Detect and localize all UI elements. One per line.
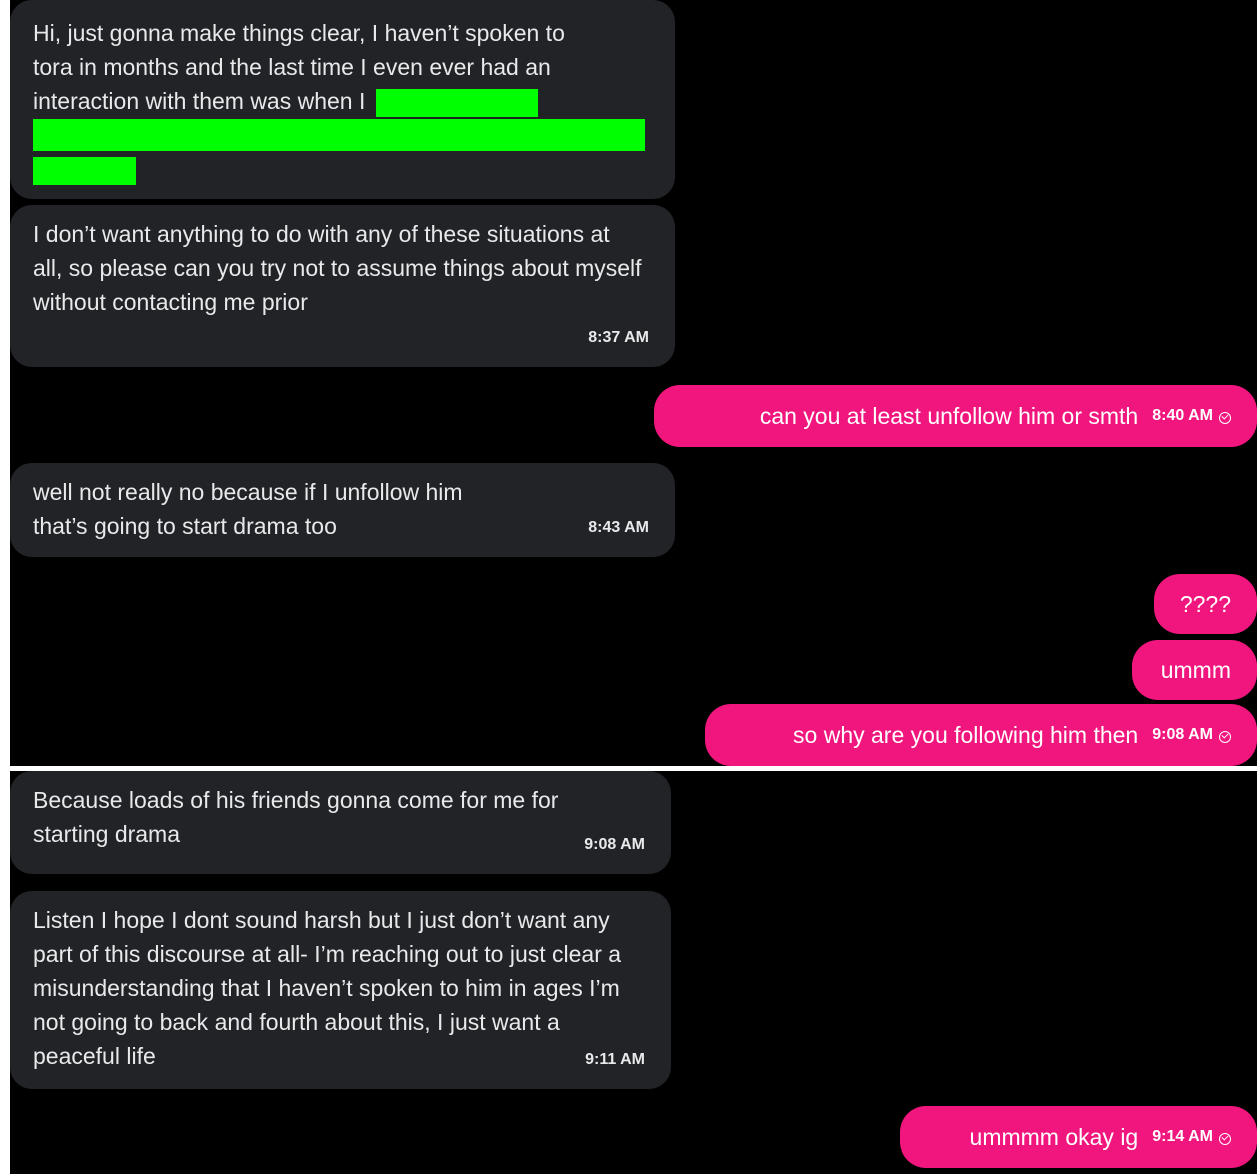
message-text-line-3: interaction with them was when I xyxy=(33,84,649,118)
conversation-panel-top: Hi, just gonna make things clear, I have… xyxy=(10,0,1257,766)
message-text: can you at least unfollow him or smth xyxy=(759,403,1139,429)
incoming-message-1[interactable]: Hi, just gonna make things clear, I have… xyxy=(10,0,675,199)
message-text: ummmm okay ig xyxy=(969,1124,1139,1150)
message-time: 8:37 AM xyxy=(588,329,649,346)
check-circle-icon xyxy=(1219,412,1231,424)
redaction-block xyxy=(33,157,136,185)
message-text: so why are you following him then xyxy=(793,722,1139,748)
outgoing-message-4[interactable]: so why are you following him then 9:08 A… xyxy=(705,704,1257,766)
redaction-block xyxy=(33,119,645,151)
outgoing-message-5[interactable]: ummmm okay ig 9:14 AM xyxy=(900,1106,1257,1168)
incoming-message-5[interactable]: Listen I hope I dont sound harsh but I j… xyxy=(10,891,671,1089)
message-time: 8:43 AM xyxy=(588,519,649,536)
message-text: I don’t want anything to do with any of … xyxy=(33,221,642,315)
conversation-panel-bottom: Because loads of his friends gonna come … xyxy=(10,771,1257,1174)
message-text-line-3-text: interaction with them was when I xyxy=(33,88,366,114)
outgoing-message-3[interactable]: ummm xyxy=(1132,640,1257,700)
incoming-message-3[interactable]: well not really no because if I unfollow… xyxy=(10,463,675,557)
incoming-message-4[interactable]: Because loads of his friends gonna come … xyxy=(10,771,671,874)
message-time: 9:14 AM xyxy=(1152,1128,1213,1145)
message-text: ???? xyxy=(1179,591,1231,617)
message-time: 9:11 AM xyxy=(585,1051,645,1068)
message-text: well not really no because if I unfollow… xyxy=(33,479,463,539)
check-circle-icon xyxy=(1219,1133,1231,1145)
check-circle-icon xyxy=(1219,731,1231,743)
message-text-line-1: Hi, just gonna make things clear, I have… xyxy=(33,20,565,46)
message-text: ummm xyxy=(1160,657,1231,683)
message-text-line-2: tora in months and the last time I even … xyxy=(33,54,551,80)
message-time: 9:08 AM xyxy=(584,836,645,853)
message-text: Because loads of his friends gonna come … xyxy=(33,787,559,847)
incoming-message-2[interactable]: I don’t want anything to do with any of … xyxy=(10,205,675,367)
redaction-block xyxy=(375,88,538,117)
message-time: 9:08 AM xyxy=(1152,726,1213,743)
message-time: 8:40 AM xyxy=(1152,407,1213,424)
outgoing-message-1[interactable]: can you at least unfollow him or smth 8:… xyxy=(654,385,1257,447)
message-text: Listen I hope I dont sound harsh but I j… xyxy=(33,907,622,1069)
outgoing-message-2[interactable]: ???? xyxy=(1154,574,1257,634)
